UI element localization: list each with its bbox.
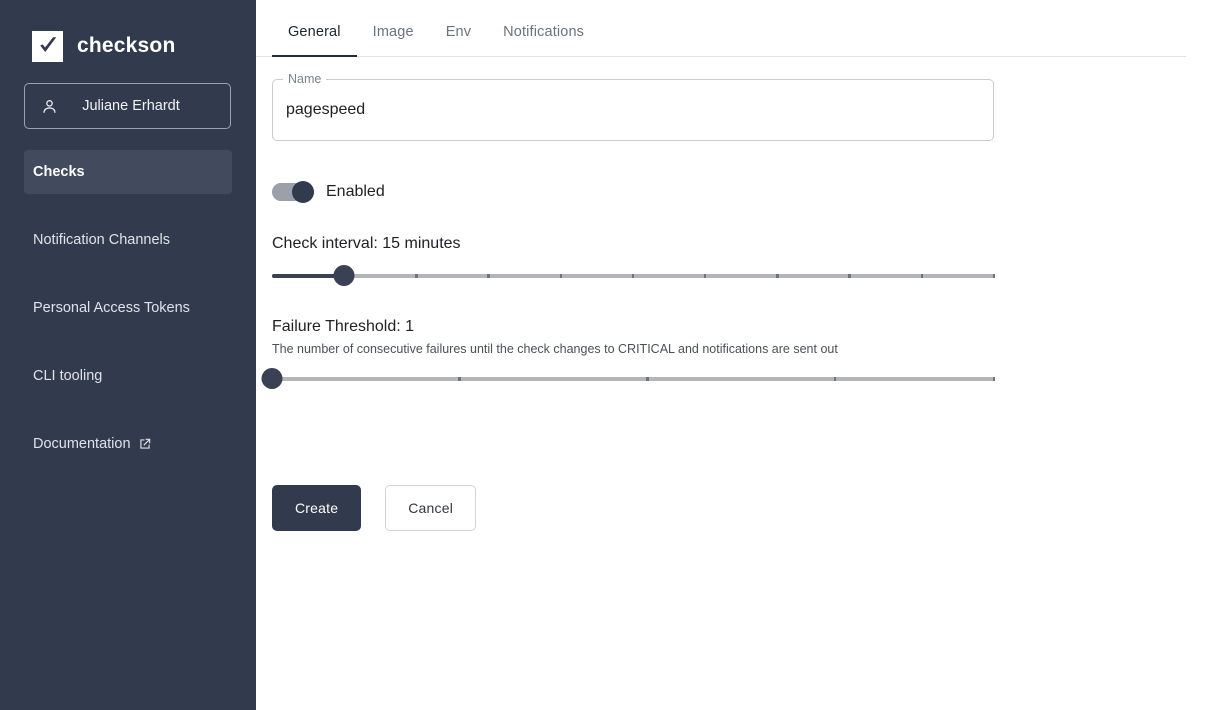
tab-env[interactable]: Env	[430, 24, 487, 56]
sidebar-nav: Checks Notification Channels Personal Ac…	[0, 150, 256, 466]
slider-mark	[631, 274, 635, 278]
slider-mark	[415, 274, 418, 278]
name-field: Name	[272, 71, 994, 141]
failure-threshold-slider[interactable]	[261, 368, 996, 390]
tab-bar: General Image Env Notifications	[256, 0, 1186, 57]
main-content: General Image Env Notifications Name Ena…	[256, 0, 1229, 710]
sidebar-item-checks[interactable]: Checks	[24, 150, 232, 194]
sidebar-item-label: Personal Access Tokens	[33, 300, 190, 316]
slider-mark	[703, 274, 707, 278]
check-interval-label: Check interval: 15 minutes	[272, 235, 461, 252]
slider-mark	[992, 274, 996, 278]
sidebar-item-label: Notification Channels	[33, 232, 171, 248]
slider-mark	[848, 274, 851, 278]
slider-mark	[458, 377, 461, 381]
slider-mark	[487, 274, 490, 278]
tab-image[interactable]: Image	[357, 24, 430, 56]
toggle-knob	[292, 181, 314, 203]
tab-general[interactable]: General	[272, 24, 357, 57]
failure-threshold-help: The number of consecutive failures until…	[272, 342, 838, 356]
failure-threshold-block: Failure Threshold: 1 The number of conse…	[261, 318, 1229, 390]
sidebar-item-label: CLI tooling	[33, 368, 103, 384]
slider-rail	[272, 377, 994, 381]
sidebar-item-label: Checks	[33, 164, 85, 180]
slider-mark	[776, 274, 779, 278]
slider-mark	[992, 377, 996, 381]
slider-mark	[646, 377, 649, 381]
sidebar-item-label: Documentation	[33, 436, 131, 452]
sidebar-item-notification-channels[interactable]: Notification Channels	[24, 218, 232, 262]
create-button[interactable]: Create	[272, 485, 362, 531]
slider-thumb[interactable]	[261, 368, 283, 389]
sidebar: checkson Juliane Erhardt Checks Notifica…	[0, 0, 256, 710]
sidebar-item-cli-tooling[interactable]: CLI tooling	[24, 354, 232, 398]
brand-name: checkson	[77, 34, 176, 57]
enabled-toggle-label: Enabled	[326, 183, 385, 200]
slider-mark	[833, 377, 837, 381]
check-interval-block: Check interval: 15 minutes	[272, 235, 1229, 287]
user-menu-button[interactable]: Juliane Erhardt	[24, 83, 231, 129]
cancel-button[interactable]: Cancel	[385, 485, 477, 531]
slider-mark	[559, 274, 563, 278]
check-interval-slider[interactable]	[272, 265, 996, 287]
enabled-toggle-row: Enabled	[272, 180, 1229, 204]
enabled-toggle[interactable]	[272, 181, 314, 203]
sidebar-item-personal-access-tokens[interactable]: Personal Access Tokens	[24, 286, 232, 330]
tab-notifications[interactable]: Notifications	[487, 24, 600, 56]
name-input[interactable]	[272, 79, 994, 141]
slider-thumb[interactable]	[333, 265, 355, 286]
general-tab-panel: Name Enabled Check interval: 15 minutes	[256, 57, 1229, 531]
form-actions: Create Cancel	[272, 485, 1229, 531]
checkmark-square-icon	[32, 30, 63, 62]
user-name: Juliane Erhardt	[82, 98, 180, 114]
app-root: checkson Juliane Erhardt Checks Notifica…	[0, 0, 1229, 710]
account-person-icon	[39, 96, 60, 117]
external-link-icon	[138, 437, 152, 451]
sidebar-item-documentation[interactable]: Documentation	[24, 422, 232, 466]
slider-mark	[920, 274, 924, 278]
failure-threshold-label: Failure Threshold: 1	[272, 318, 414, 335]
brand: checkson	[0, 0, 256, 62]
